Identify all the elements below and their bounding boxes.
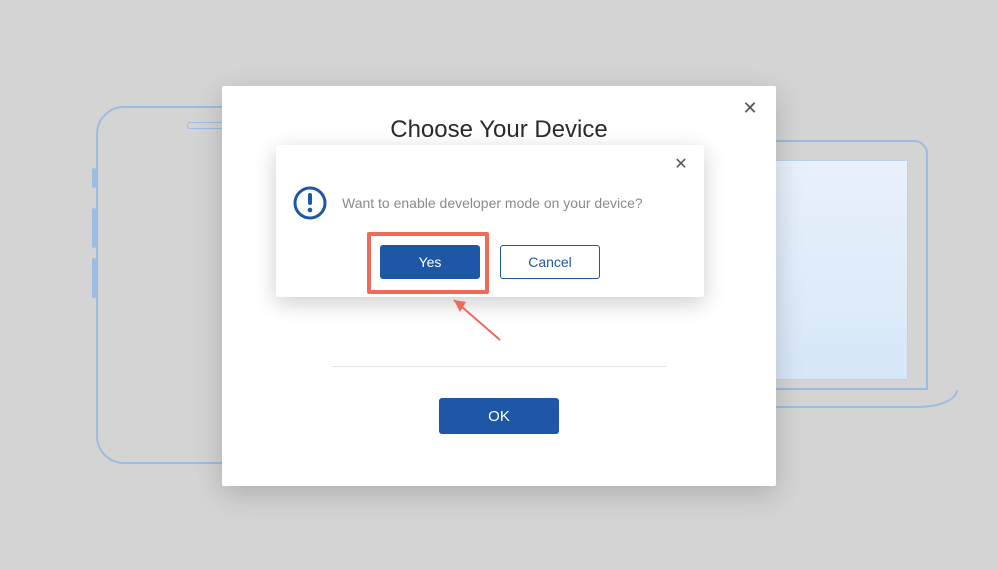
divider xyxy=(332,366,666,367)
cancel-button[interactable]: Cancel xyxy=(500,245,600,279)
exclamation-circle-icon xyxy=(292,185,328,221)
cancel-button-label: Cancel xyxy=(528,254,572,270)
close-icon: ✕ xyxy=(674,154,687,174)
yes-button-label: Yes xyxy=(419,254,442,270)
confirm-developer-mode-dialog: ✕ Want to enable developer mode on your … xyxy=(276,145,704,297)
close-icon: ✕ xyxy=(742,98,757,119)
confirm-message: Want to enable developer mode on your de… xyxy=(342,195,643,211)
close-button[interactable]: ✕ xyxy=(670,153,692,175)
ok-button-label: OK xyxy=(488,408,510,425)
yes-button[interactable]: Yes xyxy=(380,245,480,279)
dialog-title: Choose Your Device xyxy=(222,116,776,144)
close-button[interactable]: ✕ xyxy=(738,96,762,120)
ok-button[interactable]: OK xyxy=(439,398,559,434)
